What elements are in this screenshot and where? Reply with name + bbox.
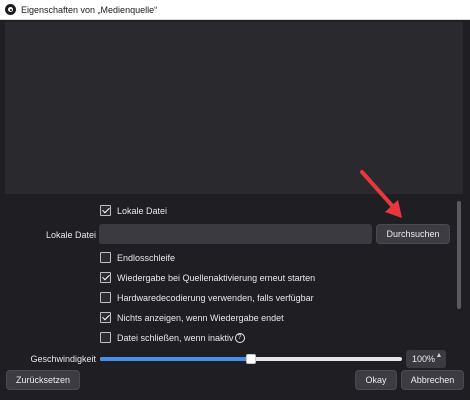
loop-label: Endlosschleife <box>117 252 176 263</box>
option-row-hide-on-end[interactable]: Nichts anzeigen, wenn Wiedergabe endet <box>100 312 284 323</box>
restart-checkbox[interactable] <box>100 272 111 283</box>
option-row-loop[interactable]: Endlosschleife <box>100 252 175 263</box>
hwdecode-checkbox[interactable] <box>100 292 111 303</box>
title-bar: Eigenschaften von „Medienquelle“ <box>0 0 470 20</box>
chevron-up-icon[interactable]: ▲ <box>434 352 444 359</box>
local-file-checkbox-row[interactable]: Lokale Datei <box>100 205 167 216</box>
speed-slider-fill <box>100 357 251 361</box>
loop-checkbox[interactable] <box>100 252 111 263</box>
help-icon[interactable]: ? <box>234 332 245 343</box>
hwdecode-label: Hardwaredecodierung verwenden, falls ver… <box>117 292 314 303</box>
ok-button[interactable]: Okay <box>355 370 397 390</box>
close-inactive-label: Datei schließen, wenn inaktiv <box>117 332 234 343</box>
reset-button[interactable]: Zurücksetzen <box>6 370 80 390</box>
local-file-checkbox[interactable] <box>100 205 111 216</box>
hide-on-end-checkbox[interactable] <box>100 312 111 323</box>
scrollbar-thumb[interactable] <box>457 201 461 309</box>
window-title: Eigenschaften von „Medienquelle“ <box>21 4 158 15</box>
speed-label: Geschwindigkeit <box>30 354 96 364</box>
option-row-restart[interactable]: Wiedergabe bei Quellenaktivierung erneut… <box>100 272 315 283</box>
obs-logo-icon <box>5 4 16 15</box>
local-file-checkbox-label: Lokale Datei <box>117 205 168 216</box>
speed-spinbox[interactable]: 100% ▲ <box>406 350 446 368</box>
red-arrow-icon <box>360 170 402 218</box>
speed-slider[interactable] <box>100 354 402 364</box>
speed-value: 100% <box>412 354 436 364</box>
cancel-button[interactable]: Abbrechen <box>401 370 464 390</box>
close-inactive-checkbox[interactable] <box>100 332 111 343</box>
properties-scrollbar[interactable] <box>456 197 462 361</box>
local-file-input[interactable] <box>99 224 372 244</box>
hide-on-end-label: Nichts anzeigen, wenn Wiedergabe endet <box>117 312 284 323</box>
restart-label: Wiedergabe bei Quellenaktivierung erneut… <box>117 272 316 283</box>
speed-slider-handle[interactable] <box>246 354 256 364</box>
local-file-field-label: Lokale Datei <box>45 230 96 240</box>
option-row-close-inactive[interactable]: Datei schließen, wenn inaktiv ? <box>100 332 245 343</box>
option-row-hwdecode[interactable]: Hardwaredecodierung verwenden, falls ver… <box>100 292 314 303</box>
